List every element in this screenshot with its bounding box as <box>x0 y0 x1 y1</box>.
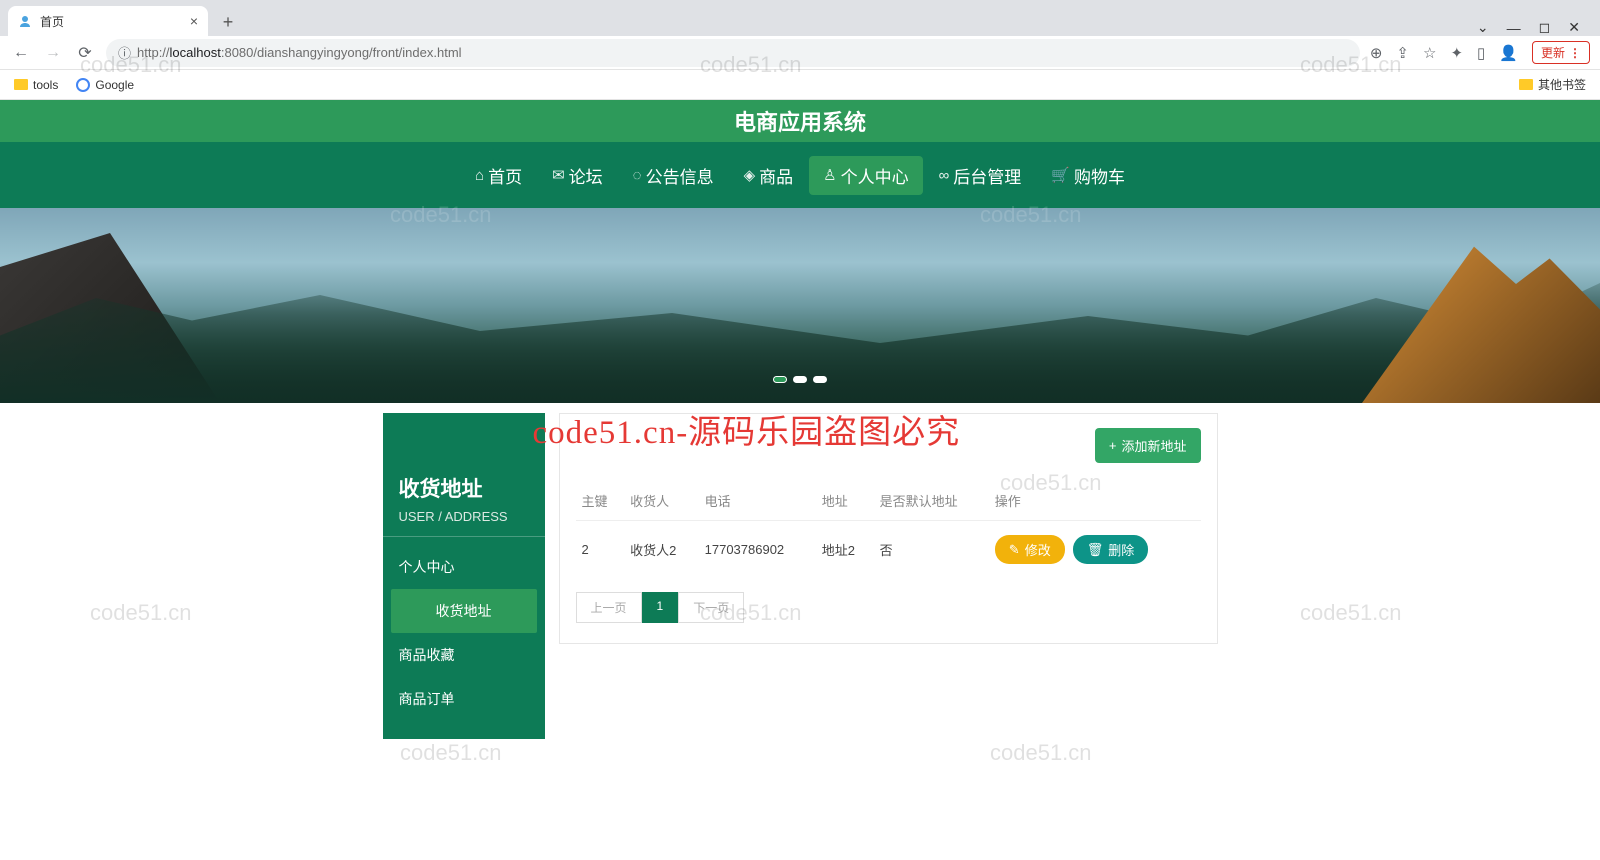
tab-close-icon[interactable]: × <box>190 13 198 29</box>
new-tab-button[interactable]: + <box>214 8 242 36</box>
side-panel-icon[interactable]: ▯ <box>1477 44 1485 62</box>
nav-forum[interactable]: ✉论坛 <box>538 156 617 195</box>
share-icon[interactable]: ⇪ <box>1396 44 1409 62</box>
faint-watermark: code51.cn <box>400 740 502 766</box>
chevron-down-icon[interactable]: ⌄ <box>1477 19 1489 36</box>
tab-favicon <box>18 14 32 28</box>
nav-profile[interactable]: ♙个人中心 <box>809 156 922 195</box>
reload-button[interactable]: ⟳ <box>74 42 96 64</box>
carousel-dots[interactable] <box>773 376 827 383</box>
col-name: 收货人 <box>624 481 699 521</box>
sidebar-subtitle: USER / ADDRESS <box>383 509 545 537</box>
trash-icon: 🗑 <box>1087 542 1104 558</box>
extensions-icon[interactable]: ✦ <box>1450 44 1463 62</box>
col-phone: 电话 <box>699 481 816 521</box>
url-input[interactable]: ⓘ http://localhost:8080/dianshangyingyon… <box>106 39 1360 67</box>
back-button[interactable]: ← <box>10 42 32 64</box>
pencil-icon: ✎ <box>1009 542 1020 558</box>
folder-icon <box>14 79 28 90</box>
faint-watermark: code51.cn <box>990 740 1092 766</box>
browser-chrome: 首页 × + ⌄ — ◻ ✕ ← → ⟳ ⓘ http://localhost:… <box>0 0 1600 100</box>
faint-watermark: code51.cn <box>1300 600 1402 626</box>
cell-phone: 17703786902 <box>699 521 816 579</box>
cart-icon: 🛒 <box>1051 166 1070 184</box>
tag-icon: ◈ <box>744 166 756 184</box>
bookmark-tools[interactable]: tools <box>14 78 58 92</box>
forward-button[interactable]: → <box>42 42 64 64</box>
table-row: 2 收货人2 17703786902 地址2 否 ✎修改 🗑删除 <box>576 521 1201 579</box>
sidebar-item-orders[interactable]: 商品订单 <box>383 677 545 721</box>
link-icon: ∞ <box>939 167 950 184</box>
table-header-row: 主键 收货人 电话 地址 是否默认地址 操作 <box>576 481 1201 521</box>
star-icon[interactable]: ☆ <box>1423 44 1436 62</box>
dot-2[interactable] <box>793 376 807 383</box>
dot-3[interactable] <box>813 376 827 383</box>
main-content: code51.cn-源码乐园盗图必究 收货地址 USER / ADDRESS 个… <box>383 413 1218 739</box>
nav-notice[interactable]: ◌公告信息 <box>619 156 728 195</box>
col-addr: 地址 <box>816 481 874 521</box>
home-icon: ⌂ <box>475 167 484 184</box>
site-title: 电商应用系统 <box>734 105 866 137</box>
cell-default: 否 <box>874 521 989 579</box>
cell-addr: 地址2 <box>816 521 874 579</box>
nav-home[interactable]: ⌂首页 <box>461 156 536 195</box>
col-default: 是否默认地址 <box>874 481 989 521</box>
folder-icon <box>1519 79 1533 90</box>
add-address-button[interactable]: + 添加新地址 <box>1095 428 1201 463</box>
zoom-icon[interactable]: ⊕ <box>1370 44 1383 62</box>
url-text: http://localhost:8080/dianshangyingyong/… <box>137 45 462 60</box>
sidebar-item-favorites[interactable]: 商品收藏 <box>383 633 545 677</box>
browser-tab[interactable]: 首页 × <box>8 6 208 36</box>
hero-banner <box>0 208 1600 403</box>
url-bar-row: ← → ⟳ ⓘ http://localhost:8080/dianshangy… <box>0 36 1600 70</box>
nav-goods[interactable]: ◈商品 <box>730 156 808 195</box>
update-button[interactable]: 更新⋮ <box>1532 41 1590 64</box>
page-1[interactable]: 1 <box>642 592 679 623</box>
minimize-icon[interactable]: — <box>1507 20 1521 36</box>
info-icon: ⓘ <box>118 43 131 62</box>
page-content: 电商应用系统 ⌂首页 ✉论坛 ◌公告信息 ◈商品 ♙个人中心 ∞后台管理 🛒购物… <box>0 100 1600 739</box>
cell-id: 2 <box>576 521 625 579</box>
edit-button[interactable]: ✎修改 <box>995 535 1065 564</box>
bookmark-google[interactable]: Google <box>76 78 134 92</box>
google-icon <box>76 78 90 92</box>
bookmarks-bar: tools Google 其他书签 <box>0 70 1600 100</box>
sidebar: 收货地址 USER / ADDRESS 个人中心 收货地址 商品收藏 商品订单 <box>383 413 545 739</box>
address-panel: + 添加新地址 主键 收货人 电话 地址 是否默认地址 操作 <box>559 413 1218 644</box>
site-title-bar: 电商应用系统 <box>0 100 1600 142</box>
delete-button[interactable]: 🗑删除 <box>1073 535 1149 564</box>
page-next[interactable]: 下一页 <box>678 592 744 623</box>
close-window-icon[interactable]: ✕ <box>1568 19 1580 36</box>
faint-watermark: code51.cn <box>90 600 192 626</box>
nav-admin[interactable]: ∞后台管理 <box>925 156 1036 195</box>
tab-title: 首页 <box>40 13 64 30</box>
bullhorn-icon: ◌ <box>633 167 642 184</box>
top-nav: ⌂首页 ✉论坛 ◌公告信息 ◈商品 ♙个人中心 ∞后台管理 🛒购物车 <box>0 142 1600 208</box>
col-ops: 操作 <box>989 481 1201 521</box>
page-prev[interactable]: 上一页 <box>576 592 642 623</box>
user-icon: ♙ <box>823 166 836 184</box>
cell-name: 收货人2 <box>624 521 699 579</box>
nav-cart[interactable]: 🛒购物车 <box>1037 156 1139 195</box>
window-controls: ⌄ — ◻ ✕ <box>1477 19 1592 36</box>
address-table: 主键 收货人 电话 地址 是否默认地址 操作 2 收货人2 1770378690… <box>576 481 1201 578</box>
plus-icon: + <box>1109 438 1117 453</box>
dot-1[interactable] <box>773 376 787 383</box>
bookmark-other[interactable]: 其他书签 <box>1519 76 1586 93</box>
sidebar-title: 收货地址 <box>383 453 545 509</box>
maximize-icon[interactable]: ◻ <box>1539 19 1551 36</box>
sidebar-item-profile[interactable]: 个人中心 <box>383 545 545 589</box>
sidebar-item-address[interactable]: 收货地址 <box>391 589 537 633</box>
tab-bar: 首页 × + ⌄ — ◻ ✕ <box>0 0 1600 36</box>
pagination: 上一页 1 下一页 <box>576 592 1201 623</box>
profile-icon[interactable]: 👤 <box>1499 44 1518 62</box>
chat-icon: ✉ <box>552 166 565 184</box>
col-id: 主键 <box>576 481 625 521</box>
